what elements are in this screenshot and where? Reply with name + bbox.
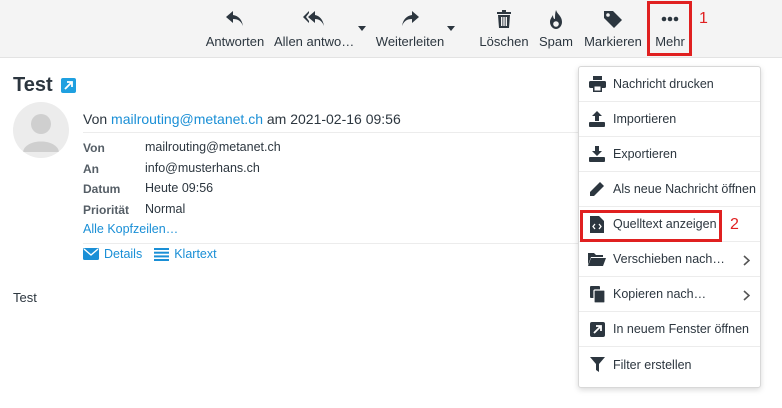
menu-item-label: In neuem Fenster öffnen [613,322,749,336]
reply-label: Antworten [205,34,265,49]
external-window-icon [588,320,606,338]
avatar [13,102,69,158]
menu-item-label: Exportieren [613,147,677,161]
sender-address-link[interactable]: mailrouting@metanet.ch [111,111,263,127]
view-tabs: Details Klartext [83,247,217,261]
menu-item-create-filter[interactable]: Filter erstellen [579,347,760,382]
envelope-icon [83,248,99,260]
menu-item-label: Als neue Nachricht öffnen [613,182,756,196]
reply-all-button[interactable]: Allen antwo… [274,0,354,58]
filter-icon [588,356,606,374]
reply-all-dropdown-chevron-down-icon[interactable] [358,26,366,31]
tab-plaintext[interactable]: Klartext [154,247,217,261]
reply-all-label: Allen antwo… [274,34,355,49]
copy-icon [588,285,606,303]
menu-item-label: Verschieben nach… [613,252,725,266]
tab-details-label: Details [104,247,143,261]
spam-button[interactable]: Spam [536,0,576,58]
from-prefix: Von [83,111,108,127]
mark-button[interactable]: Markieren [582,0,644,58]
menu-item-open-as-new[interactable]: Als neue Nachricht öffnen [579,172,760,207]
annotation-number-2: 2 [730,216,739,233]
header-value-to[interactable]: info@musterhans.ch [145,161,260,175]
open-external-icon[interactable] [61,78,76,93]
trash-icon [478,8,530,30]
download-icon [588,145,606,163]
tag-icon [582,8,644,30]
forward-label: Weiterleiten [375,34,445,49]
spam-label: Spam [539,34,573,49]
mark-label: Markieren [584,34,642,49]
chevron-right-icon [743,253,751,271]
menu-item-label: Filter erstellen [613,357,692,372]
message-body: Test [13,290,37,305]
menu-item-move-to[interactable]: Verschieben nach… [579,242,760,277]
menu-item-copy-to[interactable]: Kopieren nach… [579,277,760,312]
menu-item-import[interactable]: Importieren [579,102,760,137]
delete-button[interactable]: Löschen [478,0,530,58]
annotation-number-1: 1 [699,10,708,27]
menu-item-open-new-window[interactable]: In neuem Fenster öffnen [579,312,760,347]
message-toolbar: Antworten Allen antwo… Weiterleiten Lösc… [0,0,782,58]
forward-icon [374,8,446,30]
reply-icon [204,8,266,30]
tab-details[interactable]: Details [83,247,142,261]
reply-all-icon [274,8,354,30]
menu-item-label: Kopieren nach… [613,287,707,301]
reply-button[interactable]: Antworten [204,0,266,58]
print-icon [588,75,606,93]
lines-icon [154,247,170,261]
message-date: 2021-02-16 09:56 [290,111,401,127]
forward-dropdown-chevron-down-icon[interactable] [447,26,455,31]
message-subject: Test [13,74,53,96]
all-headers-link[interactable]: Alle Kopfzeilen… [83,222,178,236]
chevron-right-icon [743,288,751,306]
delete-label: Löschen [479,34,529,49]
upload-icon [588,110,606,128]
header-key-date: Datum [83,182,121,196]
date-prefix: am [266,111,287,127]
menu-item-print[interactable]: Nachricht drucken [579,67,760,102]
menu-item-export[interactable]: Exportieren [579,137,760,172]
pencil-icon [588,180,606,198]
fire-icon [536,8,576,30]
header-value-priority: Normal [145,202,186,216]
divider [83,243,583,244]
tab-plaintext-label: Klartext [174,247,217,261]
header-value-date: Heute 09:56 [145,181,214,195]
highlight-box-show-source [580,210,722,242]
menu-item-label: Importieren [613,112,677,126]
header-key-from: Von [83,141,105,155]
header-key-to: An [83,162,99,176]
folder-open-icon [588,250,606,268]
header-value-from[interactable]: mailrouting@metanet.ch [145,140,281,154]
divider [83,132,583,133]
highlight-box-more [647,1,692,56]
menu-item-label: Nachricht drucken [613,77,714,91]
forward-button[interactable]: Weiterleiten [374,0,446,58]
header-key-priority: Priorität [83,203,130,217]
sender-line: Von mailrouting@metanet.ch am 2021-02-16… [83,111,401,127]
